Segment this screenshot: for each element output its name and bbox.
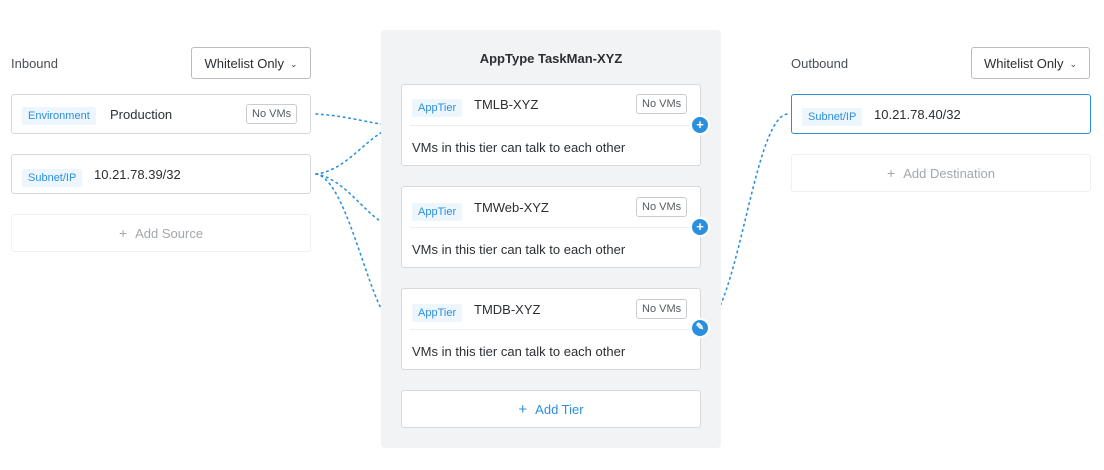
inbound-title: Inbound	[11, 56, 58, 71]
source-tag: Subnet/IP	[22, 169, 83, 187]
add-rule-plus-icon[interactable]: +	[692, 219, 708, 235]
outbound-policy-label: Whitelist Only	[983, 55, 1064, 71]
add-source-label: Add Source	[135, 225, 204, 241]
vm-count-badge: No VMs	[636, 94, 688, 114]
add-rule-plus-icon[interactable]: +	[692, 117, 708, 133]
tier-card-tmweb[interactable]: AppTier TMWeb-XYZ No VMs VMs in this tie…	[401, 186, 701, 268]
vm-count-badge: No VMs	[636, 299, 688, 319]
vm-count-badge: No VMs	[636, 197, 688, 217]
tier-card-tmdb[interactable]: AppTier TMDB-XYZ No VMs VMs in this tier…	[401, 288, 701, 370]
source-value: 10.21.78.39/32	[94, 167, 181, 182]
tier-tag: AppTier	[412, 203, 463, 221]
add-destination-button[interactable]: + Add Destination	[791, 154, 1091, 192]
add-source-button[interactable]: + Add Source	[11, 214, 311, 252]
outbound-title: Outbound	[791, 56, 849, 71]
apptype-title: AppType TaskMan-XYZ	[479, 51, 623, 66]
tier-name: TMLB-XYZ	[474, 97, 539, 112]
outbound-policy-dropdown[interactable]: Whitelist Only ⌄	[971, 47, 1090, 79]
plus-icon: +	[118, 225, 128, 241]
plus-icon: +	[518, 400, 528, 418]
divider	[410, 227, 692, 228]
tier-description: VMs in this tier can talk to each other	[412, 344, 626, 359]
inbound-policy-label: Whitelist Only	[204, 55, 284, 71]
chevron-down-icon: ⌄	[1069, 58, 1077, 69]
tier-description: VMs in this tier can talk to each other	[412, 140, 626, 155]
tier-description: VMs in this tier can talk to each other	[412, 242, 626, 257]
destination-subnet[interactable]: Subnet/IP 10.21.78.40/32	[791, 94, 1091, 134]
edit-rule-pencil-icon[interactable]: ✎	[692, 320, 708, 336]
tier-tag: AppTier	[412, 99, 463, 117]
destination-tag: Subnet/IP	[802, 108, 863, 126]
divider	[410, 329, 692, 330]
plus-icon: +	[887, 165, 896, 181]
tier-card-tmlb[interactable]: AppTier TMLB-XYZ No VMs VMs in this tier…	[401, 84, 701, 166]
tier-name: TMDB-XYZ	[474, 302, 541, 317]
source-value: Production	[110, 107, 173, 122]
source-subnet[interactable]: Subnet/IP 10.21.78.39/32	[11, 154, 311, 194]
add-tier-button[interactable]: + Add Tier	[401, 390, 701, 428]
divider	[410, 125, 692, 126]
add-tier-label: Add Tier	[535, 401, 584, 417]
vm-count-badge: No VMs	[246, 104, 298, 124]
source-tag: Environment	[22, 107, 96, 125]
inbound-policy-dropdown[interactable]: Whitelist Only ⌄	[191, 47, 311, 79]
tier-name: TMWeb-XYZ	[474, 200, 549, 215]
source-environment[interactable]: Environment Production No VMs	[11, 94, 311, 134]
add-destination-label: Add Destination	[903, 165, 995, 181]
tier-tag: AppTier	[412, 304, 463, 322]
destination-value: 10.21.78.40/32	[874, 107, 961, 122]
chevron-down-icon: ⌄	[289, 58, 298, 69]
